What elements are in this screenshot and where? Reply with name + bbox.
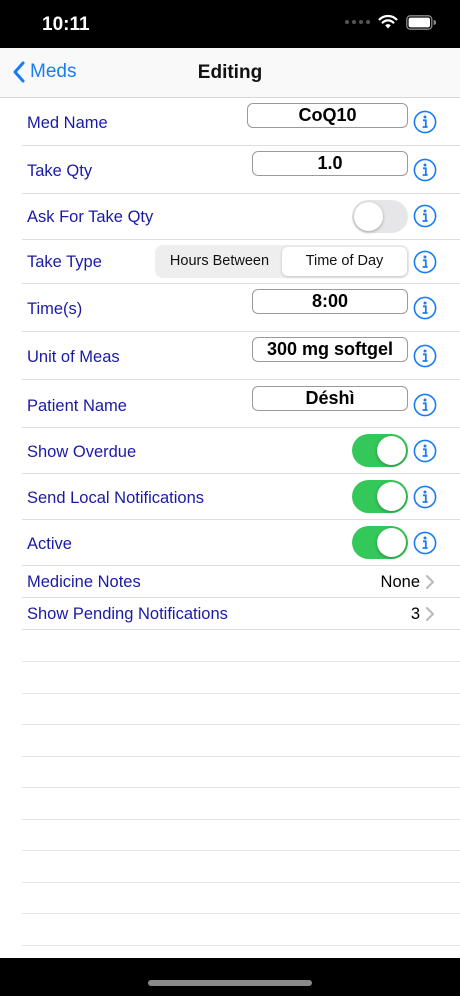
segment-time-of-day[interactable]: Time of Day bbox=[282, 247, 407, 276]
medicine-notes-label: Medicine Notes bbox=[27, 573, 141, 591]
empty-row-separator bbox=[22, 661, 460, 662]
active-label: Active bbox=[27, 535, 72, 553]
row-times: Time(s) 8:00 bbox=[22, 284, 460, 332]
screen: Meds Editing Med Name CoQ10 Take Qty 1.0 bbox=[0, 48, 460, 958]
ask-for-take-qty-toggle[interactable] bbox=[352, 200, 408, 233]
empty-row-separator bbox=[22, 819, 460, 820]
status-time: 10:11 bbox=[42, 14, 90, 35]
take-qty-field[interactable]: 1.0 bbox=[252, 151, 408, 176]
medicine-notes-value: None bbox=[380, 573, 420, 591]
info-icon[interactable] bbox=[413, 485, 437, 509]
empty-row-separator bbox=[22, 724, 460, 725]
show-overdue-label: Show Overdue bbox=[27, 443, 137, 461]
info-icon[interactable] bbox=[413, 296, 437, 320]
patient-name-label: Patient Name bbox=[27, 397, 127, 415]
pending-notifications-count: 3 bbox=[410, 605, 420, 623]
row-patient-name: Patient Name Déshì bbox=[22, 380, 460, 428]
med-name-field[interactable]: CoQ10 bbox=[247, 103, 408, 128]
info-icon[interactable] bbox=[413, 158, 437, 182]
med-name-label: Med Name bbox=[27, 114, 108, 132]
unit-of-meas-label: Unit of Meas bbox=[27, 348, 120, 366]
battery-icon bbox=[406, 14, 436, 30]
take-type-label: Take Type bbox=[27, 253, 102, 271]
empty-row-separator bbox=[22, 693, 460, 694]
send-local-notifications-toggle[interactable] bbox=[352, 480, 408, 513]
home-indicator-area bbox=[0, 958, 460, 996]
page-title: Editing bbox=[197, 62, 263, 83]
toggle-knob bbox=[354, 202, 383, 231]
status-icons bbox=[345, 14, 436, 30]
row-take-type: Take Type Hours Between Time of Day bbox=[22, 240, 460, 284]
empty-row-separator bbox=[22, 913, 460, 914]
toggle-knob bbox=[377, 482, 406, 511]
info-icon[interactable] bbox=[413, 393, 437, 417]
info-icon[interactable] bbox=[413, 439, 437, 463]
row-take-qty: Take Qty 1.0 bbox=[22, 146, 460, 194]
toggle-knob bbox=[377, 436, 406, 465]
times-label: Time(s) bbox=[27, 300, 83, 318]
info-icon[interactable] bbox=[413, 344, 437, 368]
toggle-knob bbox=[377, 528, 406, 557]
row-active: Active bbox=[22, 520, 460, 566]
take-qty-label: Take Qty bbox=[27, 162, 93, 180]
info-icon[interactable] bbox=[413, 110, 437, 134]
show-pending-notifications-label: Show Pending Notifications bbox=[27, 605, 228, 623]
times-field[interactable]: 8:00 bbox=[252, 289, 408, 314]
row-send-local-notifications: Send Local Notifications bbox=[22, 474, 460, 520]
status-bar: 10:11 bbox=[0, 0, 460, 48]
home-indicator[interactable] bbox=[148, 980, 312, 986]
empty-row-separator bbox=[22, 945, 460, 946]
segment-hours-between[interactable]: Hours Between bbox=[157, 247, 282, 276]
unit-of-meas-field[interactable]: 300 mg softgel bbox=[252, 337, 408, 362]
info-icon[interactable] bbox=[413, 531, 437, 555]
navigation-bar: Meds Editing bbox=[0, 48, 460, 98]
send-local-notifications-label: Send Local Notifications bbox=[27, 489, 205, 507]
row-unit-of-meas: Unit of Meas 300 mg softgel bbox=[22, 332, 460, 380]
row-ask-for-take-qty: Ask For Take Qty bbox=[22, 194, 460, 240]
chevron-right-icon bbox=[426, 607, 434, 621]
row-show-overdue: Show Overdue bbox=[22, 428, 460, 474]
show-overdue-toggle[interactable] bbox=[352, 434, 408, 467]
info-icon[interactable] bbox=[413, 204, 437, 228]
signal-dots-icon bbox=[345, 20, 370, 24]
empty-row-separator bbox=[22, 850, 460, 851]
empty-row-separator bbox=[22, 756, 460, 757]
info-icon[interactable] bbox=[413, 250, 437, 274]
empty-row-separator bbox=[22, 787, 460, 788]
take-type-segmented-control: Hours Between Time of Day bbox=[155, 245, 409, 278]
chevron-right-icon bbox=[426, 575, 434, 589]
ask-for-take-qty-label: Ask For Take Qty bbox=[27, 208, 154, 226]
active-toggle[interactable] bbox=[352, 526, 408, 559]
empty-row-separator bbox=[22, 882, 460, 883]
row-show-pending-notifications[interactable]: Show Pending Notifications 3 bbox=[22, 598, 460, 630]
row-medicine-notes[interactable]: Medicine Notes None bbox=[22, 566, 460, 598]
row-med-name: Med Name CoQ10 bbox=[22, 98, 460, 146]
patient-name-field[interactable]: Déshì bbox=[252, 386, 408, 411]
wifi-icon bbox=[378, 14, 398, 29]
